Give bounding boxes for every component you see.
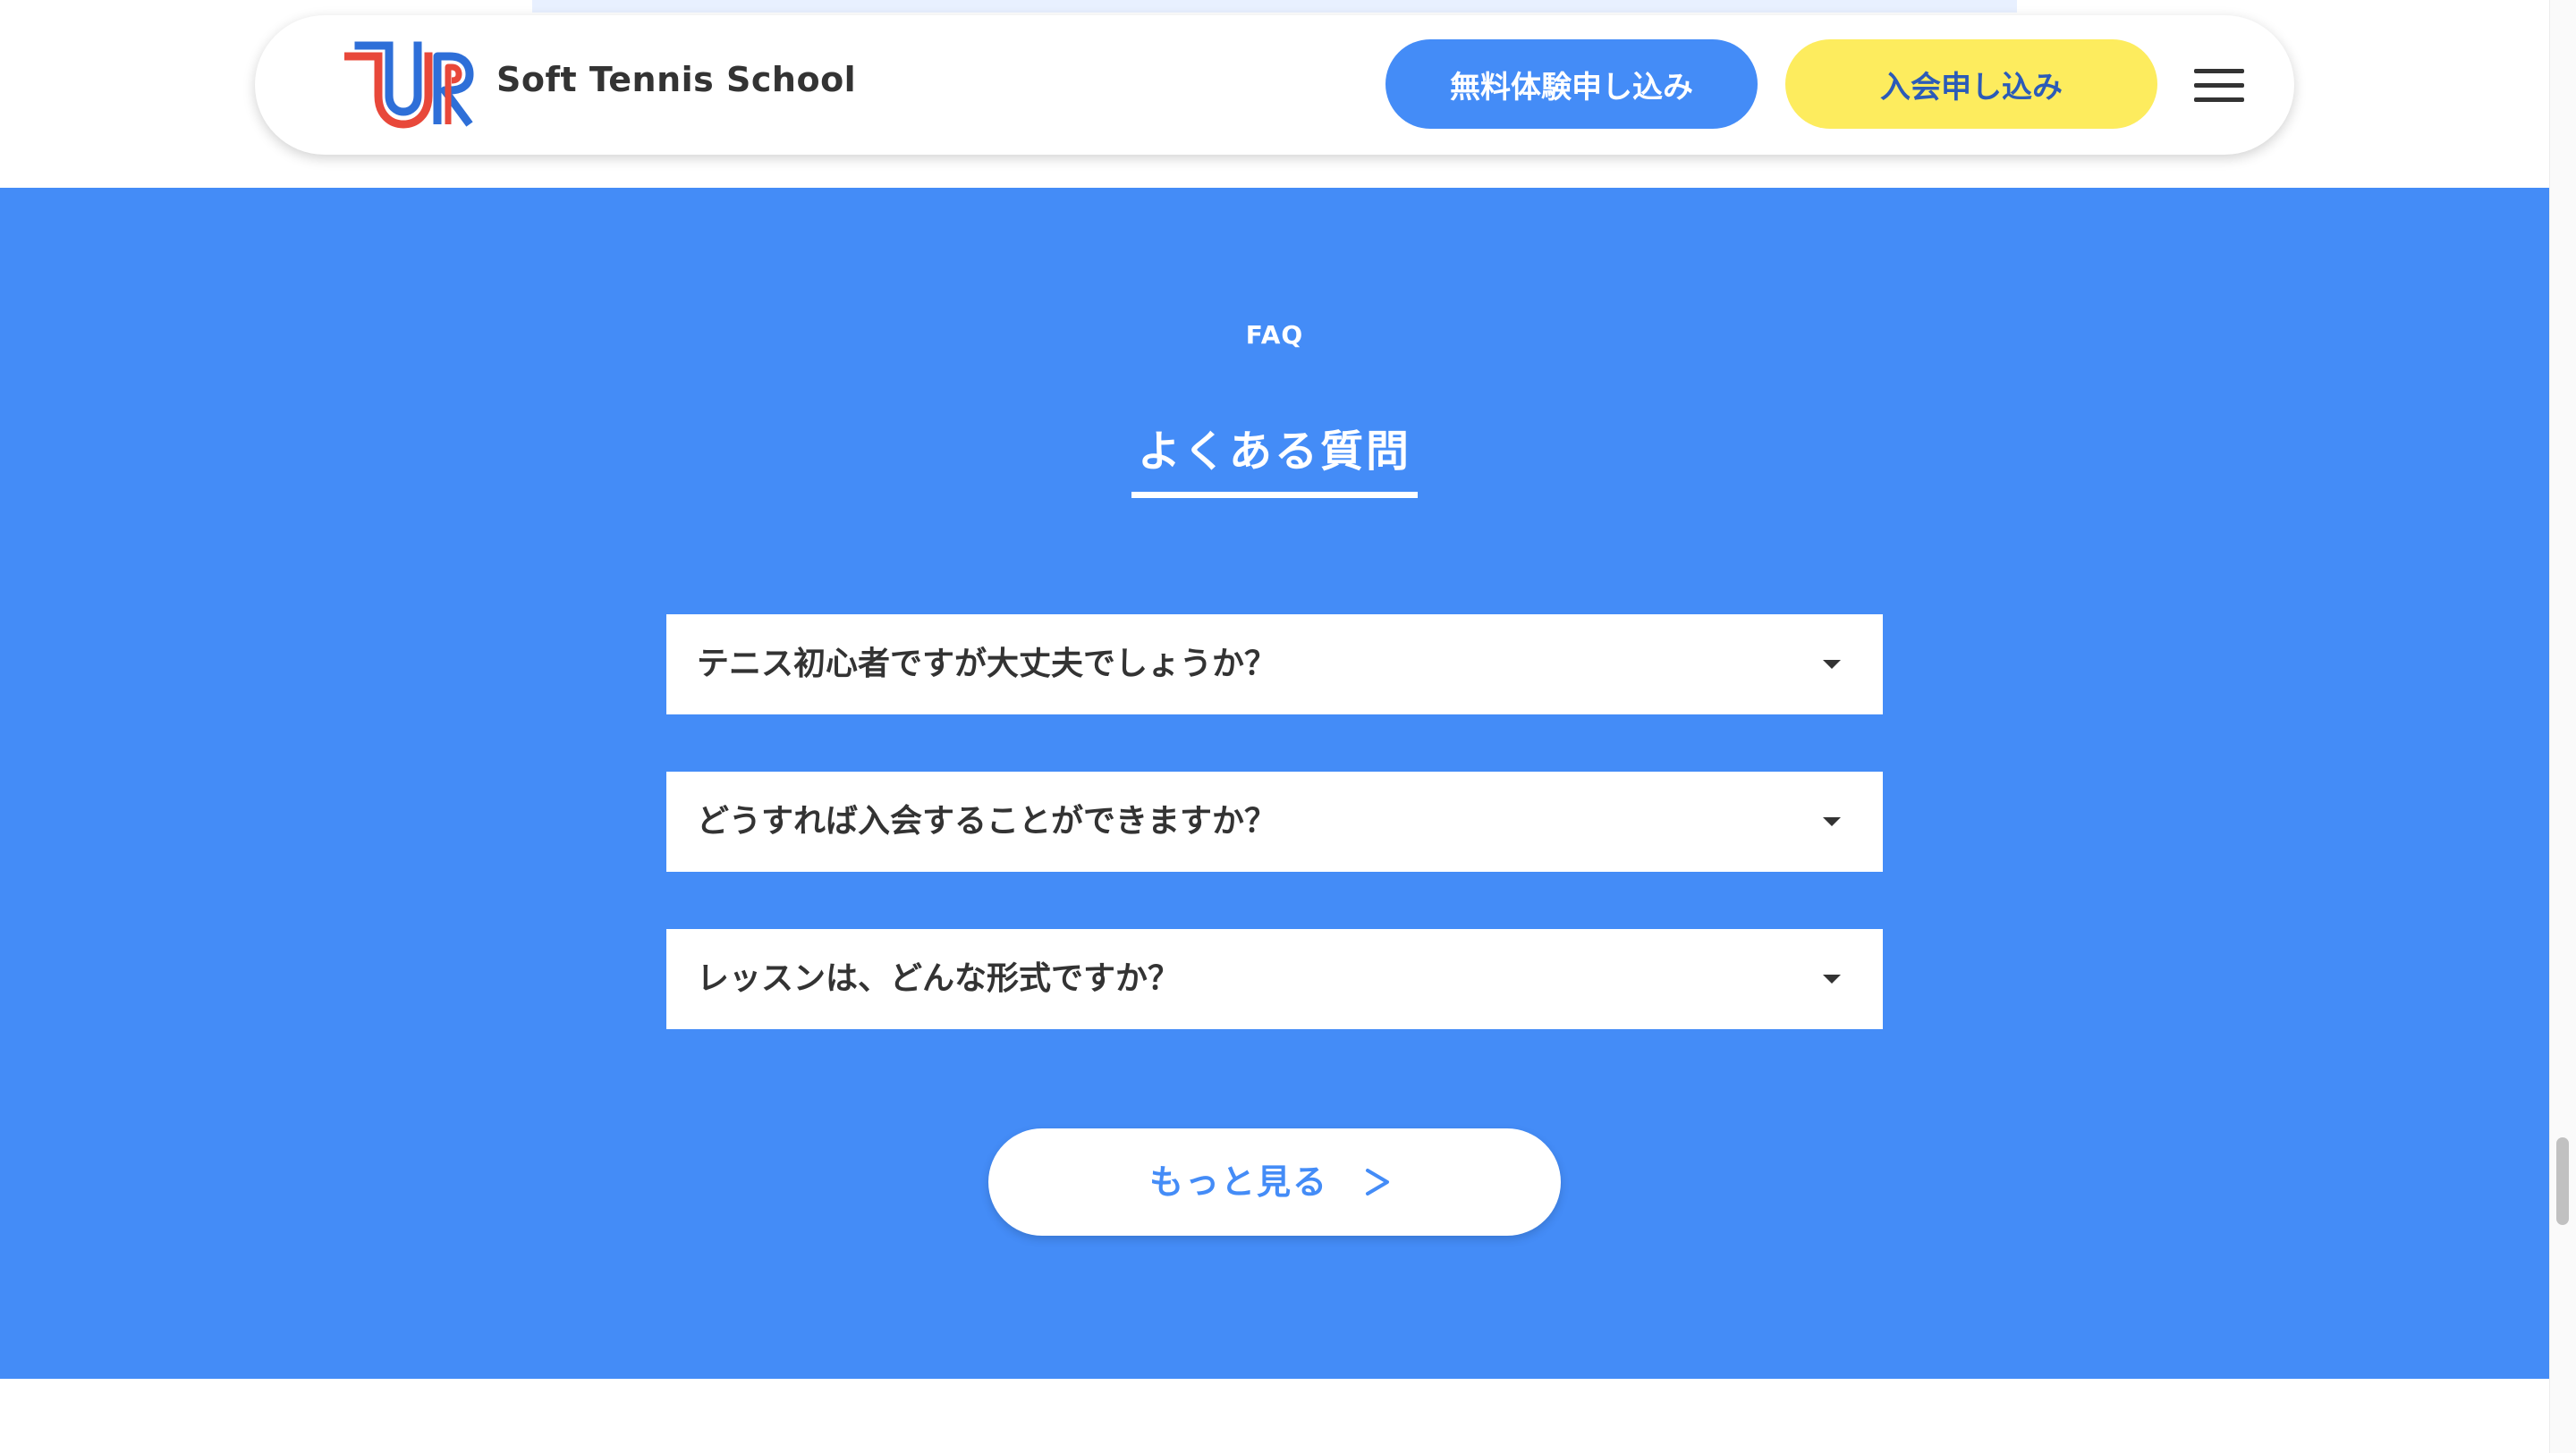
caret-down-icon bbox=[1823, 817, 1841, 826]
hamburger-line bbox=[2194, 69, 2244, 73]
see-more-button[interactable]: もっと見る bbox=[988, 1128, 1561, 1236]
join-button-label: 入会申し込み bbox=[1880, 70, 2063, 105]
faq-question: レッスンは、どんな形式ですか？ bbox=[697, 960, 1181, 997]
faq-item[interactable]: レッスンは、どんな形式ですか？ bbox=[666, 929, 1883, 1029]
top-strip bbox=[532, 0, 2017, 13]
faq-eyebrow: FAQ bbox=[1245, 320, 1304, 350]
faq-section: FAQ よくある質問 テニス初心者ですが大丈夫でしょうか？ どうすれば入会するこ… bbox=[0, 188, 2549, 1379]
hamburger-line bbox=[2194, 97, 2244, 102]
free-trial-button[interactable]: 無料体験申し込み bbox=[1385, 39, 1758, 129]
faq-question: テニス初心者ですが大丈夫でしょうか？ bbox=[697, 646, 1277, 682]
faq-question: どうすれば入会することができますか？ bbox=[697, 803, 1277, 840]
see-more-label: もっと見る bbox=[1149, 1162, 1329, 1202]
hamburger-line bbox=[2194, 83, 2244, 88]
brand-name: Soft Tennis School bbox=[496, 60, 857, 99]
scrollbar-track[interactable] bbox=[2549, 0, 2576, 1453]
faq-item[interactable]: テニス初心者ですが大丈夫でしょうか？ bbox=[666, 614, 1883, 714]
free-trial-button-label: 無料体験申し込み bbox=[1450, 70, 1693, 105]
faq-item[interactable]: どうすれば入会することができますか？ bbox=[666, 772, 1883, 872]
ur-logo bbox=[344, 41, 474, 129]
join-button[interactable]: 入会申し込み bbox=[1785, 39, 2157, 129]
faq-title: よくある質問 bbox=[1137, 427, 1411, 477]
chevron-right-icon bbox=[1366, 1169, 1389, 1195]
site-header: Soft Tennis School 無料体験申し込み 入会申し込み bbox=[255, 15, 2294, 155]
title-underline bbox=[1131, 492, 1418, 498]
hamburger-menu-icon[interactable] bbox=[2194, 69, 2244, 103]
caret-down-icon bbox=[1823, 660, 1841, 669]
scrollbar-thumb[interactable] bbox=[2556, 1137, 2569, 1225]
caret-down-icon bbox=[1823, 975, 1841, 984]
